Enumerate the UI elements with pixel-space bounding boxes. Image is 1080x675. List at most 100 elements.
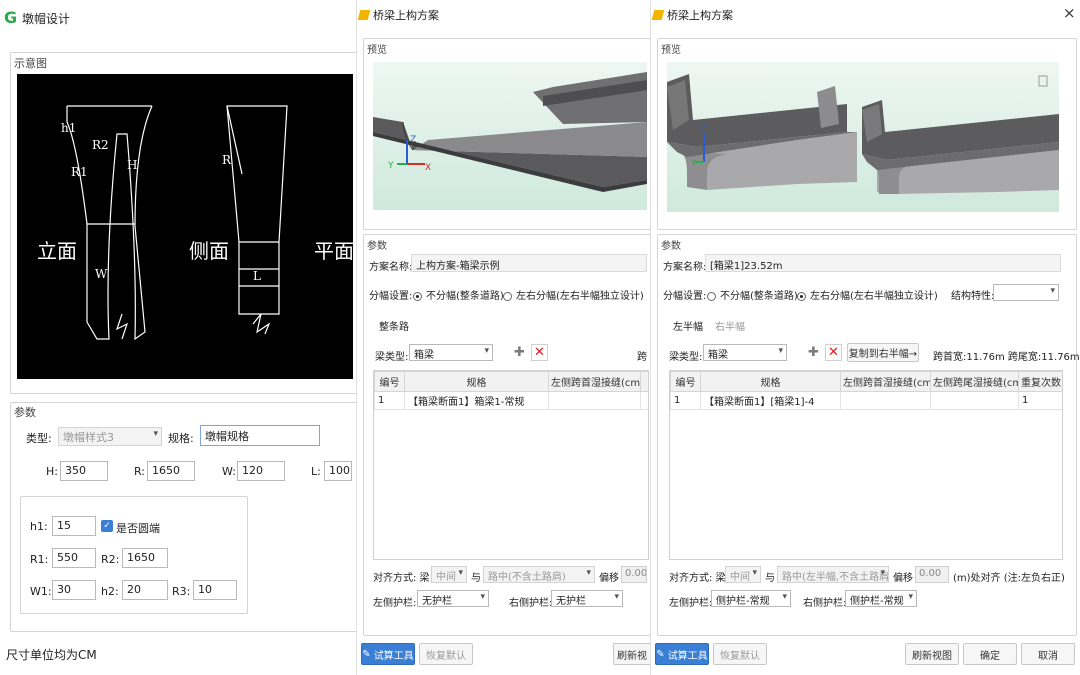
table-row[interactable]: 1 【箱梁断面1】箱梁1-常规 <box>374 391 648 410</box>
reset-default-button[interactable]: 恢复默认 <box>419 643 473 665</box>
split-option-whole[interactable]: 不分幅(整条道路) <box>707 287 798 302</box>
chevron-down-icon: ▾ <box>782 592 787 602</box>
tab-whole-road[interactable]: 整条路 <box>379 318 409 333</box>
axis-y-label: Y <box>387 161 394 171</box>
tab-left-half[interactable]: 左半幅 <box>673 318 703 333</box>
l-input[interactable]: 100 <box>324 461 352 481</box>
title-bar: G 墩帽设计 <box>4 4 70 32</box>
split-option-whole-label: 不分幅(整条道路) <box>720 291 798 302</box>
preview-3d-view[interactable]: Z Y <box>667 62 1059 212</box>
table-row[interactable]: 1 【箱梁断面1】[箱梁1]-4 1 <box>670 391 1062 410</box>
params-group-title: 参数 <box>367 241 387 252</box>
cell-joint-start[interactable] <box>840 391 931 410</box>
beam-table[interactable]: 编号 规格 左侧跨首湿接缝(cm) 左 1 【箱梁断面1】箱梁1-常规 <box>373 370 649 560</box>
window-title: 桥梁上构方案 <box>667 9 733 22</box>
cell-joint-end[interactable] <box>930 391 1019 410</box>
copy-to-right-half-button[interactable]: 复制到右半幅→ <box>847 343 919 362</box>
delete-row-icon[interactable]: ✕ <box>531 344 548 361</box>
beam-type-select[interactable]: 箱梁 ▾ <box>703 344 787 361</box>
column-header[interactable]: 重复次数 <box>1018 371 1062 392</box>
ok-button[interactable]: 确定 <box>963 643 1017 665</box>
type-select[interactable]: 墩帽样式3 ▾ <box>58 427 162 446</box>
w-label: W: <box>222 465 236 478</box>
radio-icon <box>413 291 422 301</box>
h1-label: h1: <box>30 520 48 533</box>
right-rail-select[interactable]: 无护栏 ▾ <box>551 590 623 607</box>
left-rail-select[interactable]: 无护栏 ▾ <box>417 590 489 607</box>
cell-id[interactable]: 1 <box>670 391 701 410</box>
left-rail-select[interactable]: 侧护栏-常规 ▾ <box>711 590 791 607</box>
scheme-name-input[interactable]: [箱梁1]23.52m <box>705 254 1061 272</box>
chevron-down-icon: ▾ <box>458 568 463 578</box>
trial-tool-button[interactable]: ✎ 试算工具 <box>361 643 415 665</box>
column-header[interactable]: 规格 <box>404 371 549 392</box>
label-r2: R2 <box>92 138 109 152</box>
align-target-select[interactable]: 路中(左半幅,不含土路肩) ▾ <box>777 566 889 583</box>
split-option-whole-label: 不分幅(整条道路) <box>426 291 504 302</box>
r1-input[interactable]: 550 <box>52 548 96 568</box>
trial-tool-label: 试算工具 <box>667 650 708 662</box>
r3-input[interactable]: 10 <box>193 580 237 600</box>
beam-type-select[interactable]: 箱梁 ▾ <box>409 344 493 361</box>
tab-right-half[interactable]: 右半幅 <box>715 318 745 333</box>
reset-default-button[interactable]: 恢复默认 <box>713 643 767 665</box>
refresh-view-button[interactable]: 刷新视 <box>613 643 651 665</box>
spec-input[interactable]: 墩帽规格 <box>200 425 320 446</box>
split-option-whole[interactable]: 不分幅(整条道路) <box>413 287 504 302</box>
cell-id[interactable]: 1 <box>374 391 405 410</box>
right-rail-select[interactable]: 侧护栏-常规 ▾ <box>845 590 917 607</box>
r-input[interactable]: 1650 <box>147 461 195 481</box>
beam-table[interactable]: 编号 规格 左侧跨首湿接缝(cm) 左侧跨尾湿接缝(cm) 重复次数 1 【箱梁… <box>669 370 1063 560</box>
label-plan: 平面 <box>314 239 353 263</box>
label-r1: R1 <box>71 165 88 179</box>
close-icon[interactable]: × <box>1063 4 1076 22</box>
align-beam-select[interactable]: 中间 ▾ <box>431 566 467 583</box>
column-header[interactable]: 左侧跨首湿接缝(cm) <box>840 371 931 392</box>
column-header[interactable]: 编号 <box>670 371 701 392</box>
w1-input[interactable]: 30 <box>52 580 96 600</box>
refresh-view-button[interactable]: 刷新视图 <box>905 643 959 665</box>
window-bridge-scheme-middle: 桥梁上构方案 预览 Z X Y 参数 方案名称: 上构方案-箱梁示例 分幅设置:… <box>356 0 651 675</box>
column-header[interactable]: 左侧跨尾湿接缝(cm) <box>930 371 1019 392</box>
chevron-down-icon: ▾ <box>908 592 913 602</box>
scheme-name-label: 方案名称: <box>663 262 707 273</box>
app-logo-icon <box>651 10 665 20</box>
align-target-select[interactable]: 路中(不含土路肩) ▾ <box>483 566 595 583</box>
column-header[interactable]: 左侧跨首湿接缝(cm) <box>548 371 641 392</box>
w-input[interactable]: 120 <box>237 461 285 481</box>
cancel-button[interactable]: 取消 <box>1021 643 1075 665</box>
cell-repeat[interactable]: 1 <box>1018 391 1062 410</box>
round-end-checkbox[interactable]: ✓ <box>101 520 113 532</box>
offset-input[interactable]: 0.00 <box>915 566 949 583</box>
column-header[interactable]: 编号 <box>374 371 405 392</box>
delete-row-icon[interactable]: ✕ <box>825 344 842 361</box>
add-row-icon[interactable]: ✚ <box>805 344 822 361</box>
window-bridge-scheme-right: 桥梁上构方案 × 预览 Z Y 参数 方案名称: [箱梁1]23.52m 分幅设… <box>650 0 1080 675</box>
title-bar: 桥梁上构方案 <box>651 1 733 29</box>
align-beam-select[interactable]: 中间 ▾ <box>725 566 761 583</box>
beam-type-value: 箱梁 <box>414 350 434 361</box>
preview-3d-view[interactable]: Z X Y <box>373 62 647 210</box>
chevron-down-icon: ▾ <box>614 592 619 602</box>
split-option-left-right[interactable]: 左右分幅(左右半幅独立设计) <box>797 287 938 302</box>
add-row-icon[interactable]: ✚ <box>511 344 528 361</box>
cell-extra[interactable] <box>640 391 648 410</box>
scheme-name-input[interactable]: 上构方案-箱梁示例 <box>411 254 647 272</box>
right-rail-label: 右侧护栏: <box>509 598 553 609</box>
type-label: 类型: <box>26 432 52 445</box>
h2-input[interactable]: 20 <box>122 580 168 600</box>
cell-joint[interactable] <box>548 391 641 410</box>
h1-input[interactable]: 15 <box>52 516 96 536</box>
chevron-down-icon: ▾ <box>778 346 783 356</box>
cell-spec[interactable]: 【箱梁断面1】箱梁1-常规 <box>404 391 549 410</box>
cell-spec[interactable]: 【箱梁断面1】[箱梁1]-4 <box>700 391 841 410</box>
h-input[interactable]: 350 <box>60 461 108 481</box>
column-header[interactable]: 左 <box>640 371 648 392</box>
trial-tool-button[interactable]: ✎ 试算工具 <box>655 643 709 665</box>
split-option-left-right[interactable]: 左右分幅(左右半幅独立设计) <box>503 287 644 302</box>
offset-input[interactable]: 0.00 <box>621 566 647 583</box>
column-header[interactable]: 规格 <box>700 371 841 392</box>
struct-select[interactable]: ▾ <box>993 284 1059 301</box>
window-title: 墩帽设计 <box>22 11 71 26</box>
r2-input[interactable]: 1650 <box>122 548 168 568</box>
